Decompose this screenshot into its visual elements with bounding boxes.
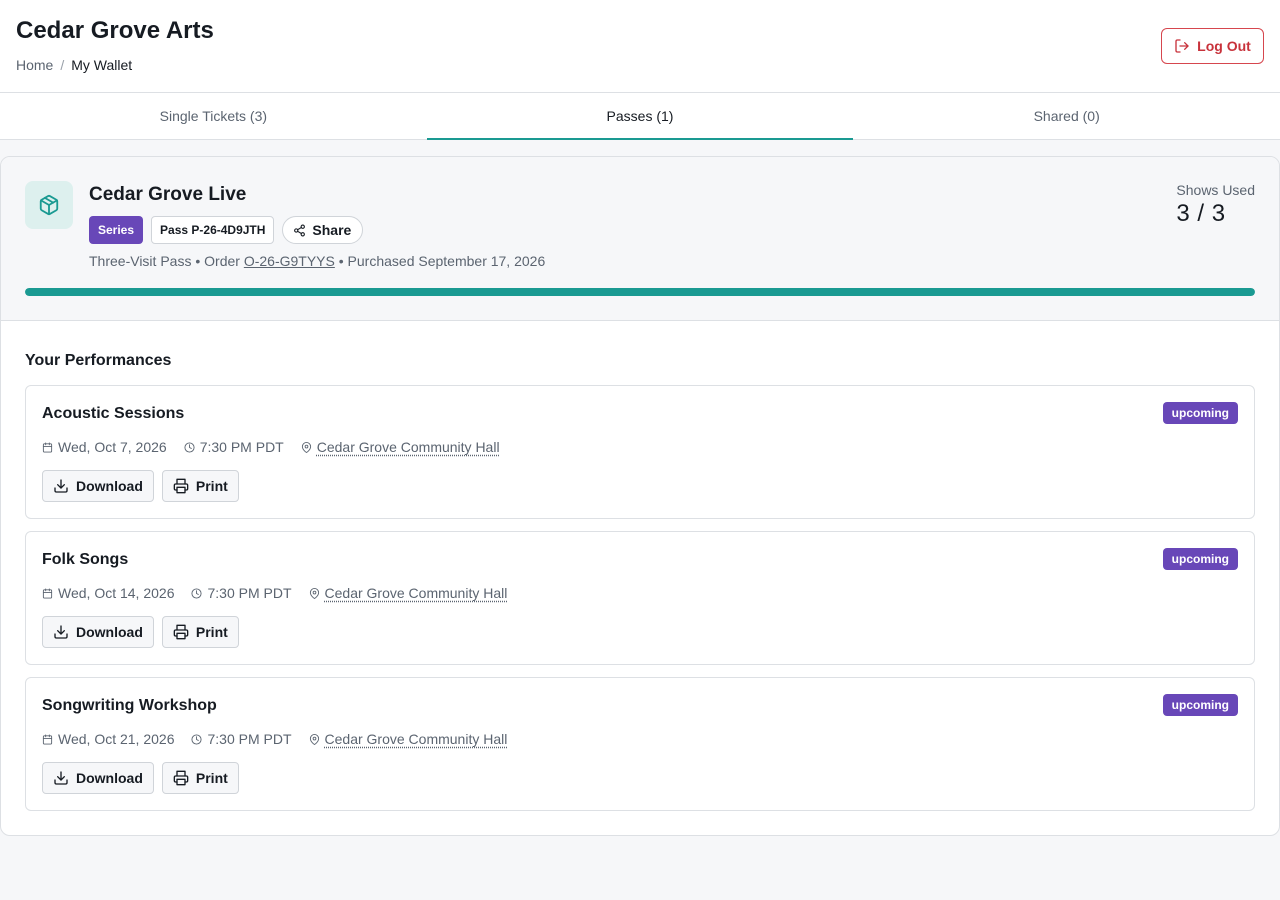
- breadcrumb-separator: /: [60, 57, 65, 73]
- performance-time-text: 7:30 PM PDT: [199, 439, 284, 455]
- download-button[interactable]: Download: [42, 470, 154, 502]
- performance-date: Wed, Oct 14, 2026: [42, 585, 174, 601]
- tab-passes[interactable]: Passes (1): [426, 93, 854, 140]
- breadcrumb-home-link[interactable]: Home: [16, 57, 53, 73]
- package-icon: [25, 181, 73, 229]
- pass-title: Cedar Grove Live: [89, 184, 247, 205]
- performance-title: Songwriting Workshop: [42, 697, 217, 714]
- usage-progress-fill: [25, 288, 1255, 296]
- performance-time: 7:30 PM PDT: [191, 731, 292, 747]
- share-label: Share: [312, 222, 352, 238]
- calendar-icon: [42, 733, 53, 745]
- printer-icon: [173, 478, 189, 494]
- performance-card: Acoustic Sessions upcoming Wed, Oct 7, 2…: [25, 385, 1255, 519]
- download-button[interactable]: Download: [42, 616, 154, 648]
- pass-header: Cedar Grove Live Series Pass P-26-4D9JTH…: [1, 157, 1279, 321]
- pass-badges: Series Pass P-26-4D9JTH Share: [89, 216, 364, 244]
- performance-venue: Cedar Grove Community Hall: [309, 585, 508, 601]
- performance-actions: Download Print: [42, 616, 239, 648]
- performance-date-text: Wed, Oct 7, 2026: [58, 439, 167, 455]
- series-badge: Series: [89, 216, 144, 244]
- map-pin-icon: [309, 733, 320, 745]
- usage-progress-bar: [25, 288, 1255, 296]
- calendar-icon: [42, 587, 53, 599]
- share-button[interactable]: Share: [282, 216, 364, 244]
- download-icon: [53, 478, 69, 494]
- breadcrumb: Home / My Wallet: [16, 57, 132, 73]
- calendar-icon: [42, 441, 53, 453]
- wallet-tabs: Single Tickets (3) Passes (1) Shared (0): [0, 93, 1280, 140]
- meta-bullet: •: [195, 253, 201, 269]
- top-bar: Cedar Grove Arts Home / My Wallet Log Ou…: [0, 0, 1280, 93]
- performance-date-text: Wed, Oct 14, 2026: [58, 585, 175, 601]
- status-badge: upcoming: [1162, 548, 1238, 570]
- print-label: Print: [195, 624, 228, 640]
- performance-title: Folk Songs: [42, 551, 129, 568]
- meta-bullet: •: [338, 253, 344, 269]
- performance-time: 7:30 PM PDT: [184, 439, 284, 455]
- shows-used: Shows Used 3 / 3: [1176, 182, 1255, 228]
- performance-list: Acoustic Sessions upcoming Wed, Oct 7, 2…: [25, 385, 1255, 811]
- logout-label: Log Out: [1197, 38, 1251, 54]
- performance-venue: Cedar Grove Community Hall: [309, 731, 508, 747]
- download-button[interactable]: Download: [42, 762, 154, 794]
- performances-heading: Your Performances: [25, 352, 172, 369]
- map-pin-icon: [309, 587, 320, 599]
- download-label: Download: [76, 624, 143, 640]
- brand-title: Cedar Grove Arts: [16, 17, 214, 44]
- performance-meta: Wed, Oct 7, 2026 7:30 PM PDT Cedar Grove…: [42, 439, 517, 455]
- performance-venue: Cedar Grove Community Hall: [301, 439, 500, 455]
- performance-actions: Download Print: [42, 470, 239, 502]
- download-icon: [53, 624, 69, 640]
- performance-meta: Wed, Oct 14, 2026 7:30 PM PDT Cedar Grov…: [42, 585, 524, 601]
- status-badge: upcoming: [1162, 402, 1238, 424]
- clock-icon: [191, 733, 203, 745]
- performance-title: Acoustic Sessions: [42, 405, 185, 422]
- print-button[interactable]: Print: [161, 762, 239, 794]
- shows-used-label: Shows Used: [1176, 182, 1255, 198]
- download-label: Download: [76, 770, 143, 786]
- printer-icon: [173, 770, 189, 786]
- download-icon: [53, 770, 69, 786]
- performances-section: Your Performances Acoustic Sessions upco…: [1, 321, 1279, 811]
- pass-id-badge: Pass P-26-4D9JTH: [151, 216, 275, 244]
- print-button[interactable]: Print: [161, 470, 239, 502]
- clock-icon: [191, 587, 203, 599]
- download-label: Download: [76, 478, 143, 494]
- print-button[interactable]: Print: [161, 616, 239, 648]
- performance-card: Songwriting Workshop upcoming Wed, Oct 2…: [25, 677, 1255, 811]
- printer-icon: [173, 624, 189, 640]
- logout-icon: [1174, 38, 1190, 54]
- performance-date: Wed, Oct 7, 2026: [42, 439, 167, 455]
- performance-card: Folk Songs upcoming Wed, Oct 14, 2026 7:…: [25, 531, 1255, 665]
- pass-card: Cedar Grove Live Series Pass P-26-4D9JTH…: [0, 156, 1280, 836]
- performance-date: Wed, Oct 21, 2026: [42, 731, 174, 747]
- print-label: Print: [195, 478, 228, 494]
- performance-time-text: 7:30 PM PDT: [207, 731, 292, 747]
- performance-actions: Download Print: [42, 762, 239, 794]
- clock-icon: [184, 441, 195, 453]
- logout-button[interactable]: Log Out: [1161, 28, 1264, 64]
- purchase-date: Purchased September 17, 2026: [347, 253, 546, 269]
- pass-type: Three-Visit Pass: [89, 253, 192, 269]
- venue-link[interactable]: Cedar Grove Community Hall: [317, 439, 500, 455]
- status-badge: upcoming: [1162, 694, 1238, 716]
- venue-link[interactable]: Cedar Grove Community Hall: [325, 731, 508, 747]
- performance-time: 7:30 PM PDT: [191, 585, 292, 601]
- share-icon: [293, 224, 306, 237]
- map-pin-icon: [301, 441, 312, 453]
- performance-time-text: 7:30 PM PDT: [207, 585, 292, 601]
- performance-meta: Wed, Oct 21, 2026 7:30 PM PDT Cedar Grov…: [42, 731, 524, 747]
- tab-single-tickets[interactable]: Single Tickets (3): [0, 93, 427, 139]
- print-label: Print: [195, 770, 228, 786]
- order-link[interactable]: O-26-G9TYYS: [244, 253, 335, 269]
- breadcrumb-current: My Wallet: [71, 57, 133, 73]
- venue-link[interactable]: Cedar Grove Community Hall: [325, 585, 508, 601]
- performance-date-text: Wed, Oct 21, 2026: [58, 731, 175, 747]
- shows-used-value: 3 / 3: [1176, 200, 1226, 227]
- tab-shared[interactable]: Shared (0): [853, 93, 1280, 139]
- order-prefix: Order: [204, 253, 240, 269]
- pass-meta: Three-Visit Pass • Order O-26-G9TYYS • P…: [89, 253, 545, 269]
